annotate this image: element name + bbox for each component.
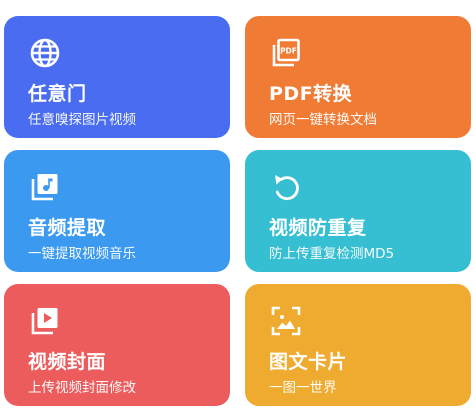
card-subtitle: 任意嗅探图片视频 (28, 112, 136, 128)
image-frame-icon (269, 304, 303, 338)
music-album-icon (28, 170, 62, 204)
rotate-back-icon (269, 170, 303, 204)
card-subtitle: 一图一世界 (269, 380, 337, 396)
card-video-cover[interactable]: 视频封面 上传视频封面修改 (4, 284, 230, 406)
card-subtitle: 防上传重复检测MD5 (269, 246, 395, 262)
card-title: 音频提取 (28, 217, 107, 239)
card-subtitle: 上传视频封面修改 (28, 380, 136, 396)
svg-text:PDF: PDF (280, 47, 297, 56)
card-title: 任意门 (28, 83, 87, 105)
video-play-icon (28, 304, 62, 338)
card-image-text[interactable]: 图文卡片 一图一世界 (245, 284, 471, 406)
card-subtitle: 网页一键转换文档 (269, 112, 377, 128)
card-anywhere-door[interactable]: 任意门 任意嗅探图片视频 (4, 16, 230, 138)
card-title: 视频防重复 (269, 217, 367, 239)
card-subtitle: 一键提取视频音乐 (28, 246, 136, 262)
globe-icon (28, 36, 62, 70)
card-pdf-convert[interactable]: PDF PDF转换 网页一键转换文档 (245, 16, 471, 138)
pdf-file-icon: PDF (269, 36, 303, 70)
card-title: 图文卡片 (269, 351, 348, 373)
card-title: PDF转换 (269, 83, 353, 105)
card-video-dedupe[interactable]: 视频防重复 防上传重复检测MD5 (245, 150, 471, 272)
feature-grid: 任意门 任意嗅探图片视频 PDF PDF转换 网页一键转换文档 音频提取 一键提… (0, 0, 476, 415)
card-title: 视频封面 (28, 351, 107, 373)
card-audio-extract[interactable]: 音频提取 一键提取视频音乐 (4, 150, 230, 272)
